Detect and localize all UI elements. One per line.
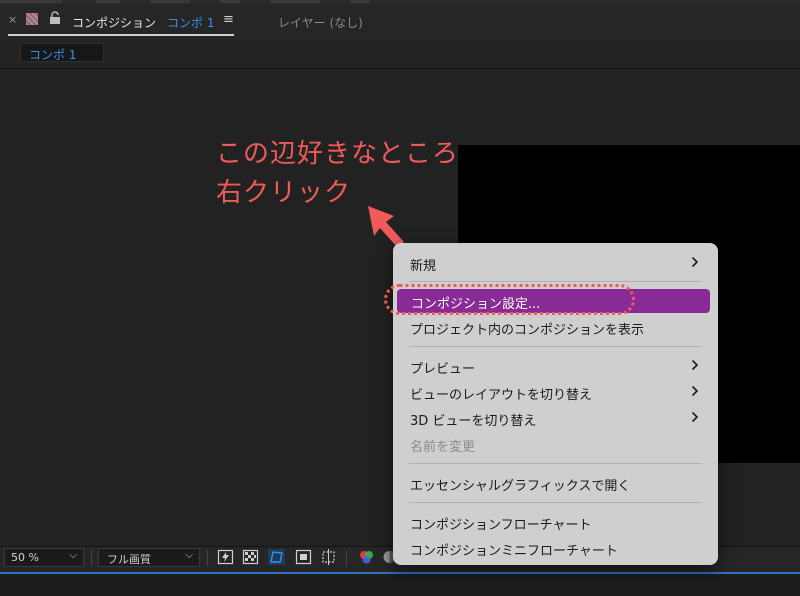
menu-item-open-essential-graphics[interactable]: エッセンシャルグラフィックスで開く: [393, 471, 718, 495]
composition-tab-name[interactable]: コンポ 1: [167, 14, 214, 31]
toolbar-divider: [346, 550, 347, 566]
menu-divider: [409, 502, 702, 503]
chevron-right-icon: [691, 256, 699, 268]
annotation-highlight-ring: [384, 284, 635, 315]
composition-breadcrumb-label: コンポ 1: [29, 48, 77, 62]
resolution-select[interactable]: フル画質 ⌵: [98, 548, 200, 567]
menu-item-composition-mini-flowchart[interactable]: コンポジションミニフローチャート: [393, 536, 718, 560]
chevron-down-icon: ⌵: [185, 550, 193, 561]
menu-divider: [409, 463, 702, 464]
mask-path-icon[interactable]: [268, 549, 285, 565]
toolbar-divider: [207, 550, 208, 566]
target-region-icon[interactable]: [320, 549, 337, 565]
menu-divider: [409, 346, 702, 347]
timeline-panel-edge: [0, 572, 800, 596]
menu-item-label: プロジェクト内のコンポジションを表示: [410, 323, 645, 338]
fast-previews-icon[interactable]: [217, 549, 234, 565]
composition-nav-bar: [0, 40, 800, 69]
menu-item-label: ビューのレイアウトを切り替え: [410, 388, 593, 403]
region-of-interest-icon[interactable]: [295, 549, 312, 565]
zoom-value: 50 %: [11, 551, 39, 564]
menu-item-label: 3D ビューを切り替え: [410, 414, 537, 429]
menu-divider: [409, 281, 702, 282]
menu-item-composition-flowchart[interactable]: コンポジションフローチャート: [393, 510, 718, 534]
transparency-grid-icon[interactable]: [242, 549, 259, 565]
chevron-right-icon: [691, 359, 699, 371]
chevron-right-icon: [691, 411, 699, 423]
menu-item-switch-3d-view[interactable]: 3D ビューを切り替え: [393, 406, 718, 430]
menu-item-rename: 名前を変更: [393, 432, 718, 456]
menu-item-label: エッセンシャルグラフィックスで開く: [410, 479, 631, 494]
annotation-line-2: 右クリック: [216, 178, 352, 208]
lock-icon[interactable]: [49, 11, 61, 25]
menu-item-label: 新規: [410, 259, 437, 274]
menu-item-label: 名前を変更: [410, 440, 476, 455]
active-tab-indicator: [8, 34, 234, 36]
composition-tab-title[interactable]: コンポジション: [72, 14, 156, 31]
color-channels-icon[interactable]: [358, 549, 375, 565]
composition-breadcrumb[interactable]: コンポ 1: [20, 43, 104, 62]
annotation-line-1: この辺好きなところ: [216, 139, 460, 169]
chevron-right-icon: [691, 385, 699, 397]
menu-item-label: コンポジションフローチャート: [410, 518, 592, 533]
menu-item-reveal-in-project[interactable]: プロジェクト内のコンポジションを表示: [393, 315, 718, 339]
menu-item-label: コンポジションミニフローチャート: [410, 544, 618, 559]
menu-item-switch-view-layout[interactable]: ビューのレイアウトを切り替え: [393, 380, 718, 404]
layer-tab[interactable]: レイヤー (なし): [278, 14, 363, 31]
chevron-down-icon: ⌵: [69, 550, 77, 561]
menu-item-preview[interactable]: プレビュー: [393, 354, 718, 378]
close-tab-icon[interactable]: ×: [8, 14, 17, 25]
resolution-value: フル画質: [107, 553, 151, 566]
toolbar-divider: [91, 550, 92, 566]
zoom-select[interactable]: 50 % ⌵: [4, 548, 84, 567]
panel-menu-icon[interactable]: ≡: [223, 13, 234, 26]
menu-item-new[interactable]: 新規: [393, 251, 718, 275]
focused-panel-border: [0, 572, 800, 574]
composition-icon: [26, 13, 38, 25]
menu-item-label: プレビュー: [410, 362, 476, 377]
